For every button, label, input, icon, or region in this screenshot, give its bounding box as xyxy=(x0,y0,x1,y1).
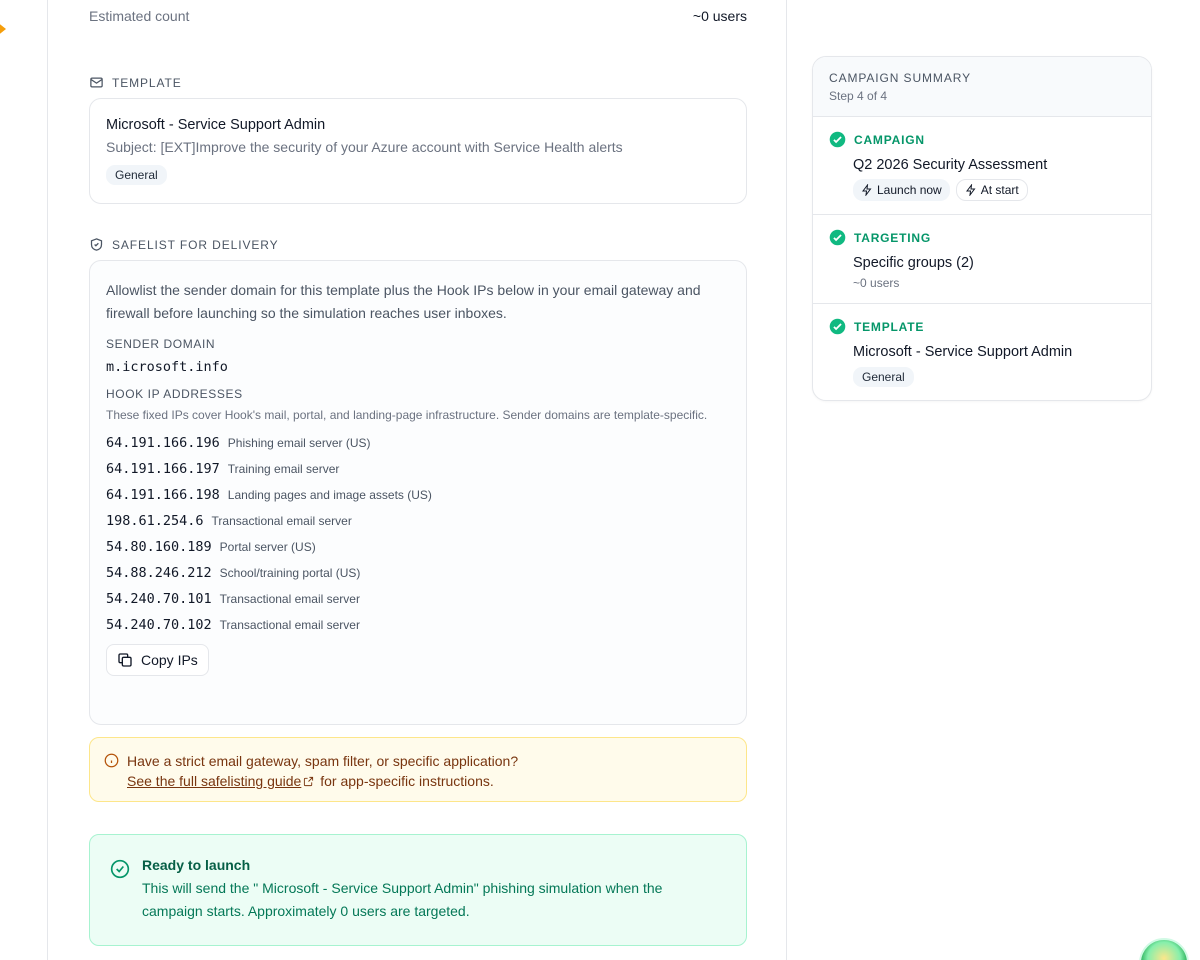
launch-now-text: Launch now xyxy=(877,183,942,197)
at-start-chip: At start xyxy=(955,179,1028,201)
summary-targeting-heading: TARGETING xyxy=(829,229,1135,246)
safelisting-guide-link[interactable]: See the full safelisting guide xyxy=(127,773,316,789)
summary-campaign-chips: Launch now At start xyxy=(853,179,1135,201)
bolt-icon xyxy=(965,184,976,196)
mail-icon xyxy=(90,77,103,88)
ready-body: This will send the " Microsoft - Service… xyxy=(142,880,663,919)
ip-row: 64.191.166.196 Phishing email server (US) xyxy=(106,430,730,456)
ip-description: Transactional email server xyxy=(219,592,360,606)
ip-description: Phishing email server (US) xyxy=(227,436,371,450)
ip-address[interactable]: 64.191.166.197 xyxy=(106,461,220,477)
ip-description: Training email server xyxy=(227,462,340,476)
ip-description: School/training portal (US) xyxy=(219,566,361,580)
check-circle-filled-icon xyxy=(829,229,846,246)
shield-check-icon xyxy=(90,238,103,251)
summary-targeting-value: Specific groups (2) xyxy=(853,255,974,271)
ip-address[interactable]: 54.240.70.102 xyxy=(106,617,212,633)
ip-row: 64.191.166.198 Landing pages and image as… xyxy=(106,482,730,508)
ready-title: Ready to launch xyxy=(142,857,251,873)
ip-description: Landing pages and image assets (US) xyxy=(227,488,432,502)
template-heading-text: TEMPLATE xyxy=(112,75,182,90)
template-card: Microsoft - Service Support Admin Subjec… xyxy=(89,98,747,204)
warning-line: Have a strict email gateway, spam filter… xyxy=(127,753,519,769)
check-circle-icon xyxy=(110,859,130,879)
bolt-icon xyxy=(862,184,872,196)
estimated-count-label: Estimated count xyxy=(89,8,190,24)
summary-template-heading: TEMPLATE xyxy=(829,318,1135,335)
sender-domain-label: SENDER DOMAIN xyxy=(106,337,216,351)
template-summary-heading-text: TEMPLATE xyxy=(854,319,925,334)
rail-accent-icon xyxy=(0,18,6,40)
estimated-count-value: ~0 users xyxy=(692,8,747,24)
template-subject: Subject: [EXT]Improve the security of yo… xyxy=(106,139,623,155)
summary-template-section[interactable]: TEMPLATE Microsoft - Service Support Adm… xyxy=(813,304,1151,400)
summary-template-value: Microsoft - Service Support Admin xyxy=(853,344,1073,360)
summary-campaign-section[interactable]: CAMPAIGN Q2 2026 Security Assessment Lau… xyxy=(813,117,1151,215)
check-circle-filled-icon xyxy=(829,131,846,148)
ip-description: Transactional email server xyxy=(211,514,352,528)
safelist-warning: Have a strict email gateway, spam filter… xyxy=(89,737,747,802)
ip-row: 198.61.254.6 Transactional email server xyxy=(106,508,730,534)
check-circle-filled-icon xyxy=(829,318,846,335)
template-tag: General xyxy=(106,165,167,185)
summary-campaign-name: Q2 2026 Security Assessment xyxy=(853,157,1048,173)
ip-description: Portal server (US) xyxy=(219,540,316,554)
main-panel: Estimated count ~0 users TEMPLATE Micros… xyxy=(49,0,787,960)
ip-list: 64.191.166.196 Phishing email server (US)… xyxy=(106,430,730,638)
guide-link-text: See the full safelisting guide xyxy=(127,773,302,789)
targeting-heading-text: TARGETING xyxy=(854,230,931,245)
warning-line-2: See the full safelisting guide for app-s… xyxy=(127,771,518,791)
safelist-description: Allowlist the sender domain for this tem… xyxy=(106,282,701,321)
safelist-heading-text: SAFELIST FOR DELIVERY xyxy=(112,237,279,252)
ip-address[interactable]: 54.240.70.101 xyxy=(106,591,212,607)
estimated-count-row: Estimated count ~0 users xyxy=(89,8,747,24)
warning-line-rest: for app-specific instructions. xyxy=(316,773,494,789)
template-section-heading: TEMPLATE xyxy=(89,75,182,90)
summary-targeting-section[interactable]: TARGETING Specific groups (2) ~0 users xyxy=(813,215,1151,304)
ip-address[interactable]: 54.80.160.189 xyxy=(106,539,212,555)
hook-ip-note: These fixed IPs cover Hook's mail, porta… xyxy=(106,408,708,422)
template-name: Microsoft - Service Support Admin xyxy=(106,117,326,133)
left-rail xyxy=(0,0,48,960)
ip-row: 54.240.70.102 Transactional email server xyxy=(106,612,730,638)
summary-template-tag: General xyxy=(853,367,914,387)
external-link-icon xyxy=(304,776,314,787)
hook-ip-label: HOOK IP ADDRESSES xyxy=(106,387,243,401)
campaign-summary-panel: CAMPAIGN SUMMARY Step 4 of 4 CAMPAIGN Q2… xyxy=(812,56,1152,401)
copy-ips-button[interactable]: Copy IPs xyxy=(106,644,209,676)
safelist-card: Allowlist the sender domain for this tem… xyxy=(89,260,747,725)
ip-address[interactable]: 64.191.166.198 xyxy=(106,487,220,503)
ip-row: 64.191.166.197 Training email server xyxy=(106,456,730,482)
at-start-text: At start xyxy=(980,183,1019,197)
ip-row: 54.80.160.189 Portal server (US) xyxy=(106,534,730,560)
summary-header: CAMPAIGN SUMMARY Step 4 of 4 xyxy=(813,57,1151,117)
ip-address[interactable]: 198.61.254.6 xyxy=(106,513,204,529)
ip-address[interactable]: 64.191.166.196 xyxy=(106,435,220,451)
summary-step: Step 4 of 4 xyxy=(829,89,888,103)
ip-description: Transactional email server xyxy=(219,618,360,632)
campaign-heading-text: CAMPAIGN xyxy=(854,132,925,147)
ready-to-launch-box: Ready to launch This will send the " Mic… xyxy=(89,834,747,946)
summary-title: CAMPAIGN SUMMARY xyxy=(829,71,971,85)
copy-ips-label: Copy IPs xyxy=(141,652,198,668)
sender-domain-value[interactable]: m.icrosoft.info xyxy=(106,359,730,375)
avatar[interactable] xyxy=(1139,938,1189,960)
summary-campaign-heading: CAMPAIGN xyxy=(829,131,1135,148)
ip-row: 54.88.246.212 School/training portal (US) xyxy=(106,560,730,586)
copy-icon xyxy=(118,653,132,667)
ip-row: 54.240.70.101 Transactional email server xyxy=(106,586,730,612)
safelist-section-heading: SAFELIST FOR DELIVERY xyxy=(89,237,279,252)
launch-now-chip: Launch now xyxy=(853,179,950,201)
warning-text: Have a strict email gateway, spam filter… xyxy=(127,751,518,801)
summary-targeting-sub: ~0 users xyxy=(853,276,900,290)
info-icon xyxy=(104,753,119,768)
ip-address[interactable]: 54.88.246.212 xyxy=(106,565,212,581)
